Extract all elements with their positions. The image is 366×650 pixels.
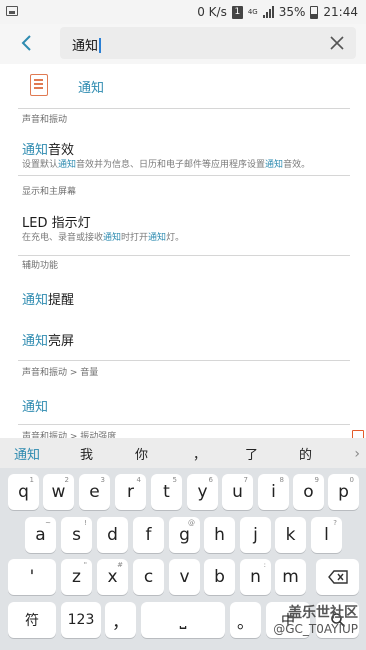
key-p[interactable]: p0 — [328, 474, 359, 510]
key-t[interactable]: t5 — [151, 474, 182, 510]
candidate-bar: 通知 我 你 ， 了 的 › — [0, 438, 366, 468]
section-header: 显示和主屏幕 — [22, 187, 77, 197]
key-c[interactable]: c — [133, 559, 164, 595]
feedback-flag-icon[interactable] — [352, 430, 364, 438]
back-button[interactable] — [14, 30, 40, 56]
result-title: 提醒 — [48, 293, 75, 308]
result-title: 亮屏 — [48, 334, 75, 349]
key-v[interactable]: v — [169, 559, 200, 595]
numbers-key[interactable]: 123 — [61, 602, 101, 638]
candidate-word[interactable]: 你 — [135, 444, 148, 463]
space-key[interactable]: ⎵ — [141, 602, 225, 638]
key-g[interactable]: g @ — [169, 517, 200, 553]
backspace-key[interactable] — [316, 559, 359, 595]
result-title-highlight: 通知 — [22, 143, 49, 158]
key-z[interactable]: z " — [61, 559, 92, 595]
battery-percent: 35% — [278, 5, 306, 19]
candidate-word[interactable]: 通知 — [14, 444, 40, 463]
watermark-title: 盖乐世社区 — [288, 605, 358, 621]
section-header: 声音和振动 — [22, 115, 68, 125]
key-f[interactable]: f — [133, 517, 164, 553]
result-subtitle: 在充电、录音或接收通知时打开通知灯。 — [22, 233, 185, 243]
search-input[interactable]: 通知 — [60, 27, 356, 59]
key-q[interactable]: q1 — [8, 474, 39, 510]
backspace-icon — [327, 570, 348, 584]
key-d[interactable]: d — [97, 517, 128, 553]
network-speed: 0 K/s — [197, 5, 227, 19]
key-u[interactable]: u7 — [222, 474, 253, 510]
candidate-word[interactable]: 我 — [80, 444, 93, 463]
key-y[interactable]: y6 — [187, 474, 218, 510]
candidate-word[interactable]: 了 — [245, 444, 258, 463]
text-caret — [99, 38, 101, 53]
search-header: 通知 — [0, 24, 366, 64]
key-s[interactable]: s! — [61, 517, 92, 553]
candidate-word[interactable]: 的 — [299, 444, 312, 463]
watermark-handle: @GC_T0AYIUP — [273, 622, 358, 636]
comma-key[interactable]: ， — [105, 602, 136, 638]
back-arrow-icon — [21, 35, 31, 51]
key-m[interactable]: m — [275, 559, 306, 595]
clock: 21:44 — [323, 5, 358, 19]
key-w[interactable]: w2 — [43, 474, 74, 510]
symbols-key[interactable]: 符 — [8, 602, 56, 638]
period-key[interactable]: 。 — [230, 602, 261, 638]
key-h[interactable]: h — [204, 517, 235, 553]
key-x[interactable]: x # — [97, 559, 128, 595]
divider — [18, 255, 350, 256]
clear-search-button[interactable] — [326, 32, 348, 54]
top-result-title: 通知 — [78, 81, 105, 96]
close-icon — [330, 36, 344, 50]
key-apostrophe[interactable]: ' — [8, 559, 56, 595]
search-query: 通知 — [72, 39, 99, 54]
key-n[interactable]: n: — [240, 559, 271, 595]
network-type: 4G — [247, 7, 258, 16]
sim-indicator: 1 — [231, 5, 243, 19]
section-header: 声音和振动 > 振动强度 — [22, 432, 117, 438]
divider — [18, 108, 350, 109]
key-j[interactable]: j — [240, 517, 271, 553]
status-bar: 0 K/s 1 4G 35% 21:44 — [0, 0, 366, 24]
result-title-highlight: 通知 — [22, 293, 49, 308]
result-title-highlight: 通知 — [22, 334, 49, 349]
section-header: 辅助功能 — [22, 261, 59, 271]
notifications-app-icon — [30, 74, 48, 96]
divider — [18, 360, 350, 361]
gallery-notification-icon — [6, 6, 18, 16]
key-a[interactable]: a ~ — [25, 517, 56, 553]
top-result-notifications[interactable]: 通知 — [0, 64, 366, 108]
key-k[interactable]: k — [275, 517, 306, 553]
key-e[interactable]: e3 — [79, 474, 110, 510]
signal-icon — [262, 6, 274, 18]
result-subtitle: 设置默认通知音效并为信息、日历和电子邮件等应用程序设置通知音效。 — [22, 160, 311, 170]
result-title: LED 指示灯 — [22, 216, 91, 231]
battery-icon — [310, 5, 319, 19]
divider — [18, 175, 350, 176]
section-header: 声音和振动 > 音量 — [22, 368, 99, 378]
key-l[interactable]: l? — [311, 517, 342, 553]
status-icons: 0 K/s 1 4G 35% 21:44 — [197, 3, 358, 21]
key-o[interactable]: o9 — [293, 474, 324, 510]
result-title: 音效 — [48, 143, 75, 158]
candidate-word[interactable]: ， — [193, 444, 206, 463]
key-r[interactable]: r4 — [115, 474, 146, 510]
search-results: 通知 声音和振动 通知音效 设置默认通知音效并为信息、日历和电子邮件等应用程序设… — [0, 64, 366, 438]
more-candidates-button[interactable]: › — [354, 446, 360, 462]
key-b[interactable]: b — [204, 559, 235, 595]
key-i[interactable]: i8 — [258, 474, 289, 510]
result-title-highlight: 通知 — [22, 400, 49, 415]
divider — [18, 424, 350, 425]
